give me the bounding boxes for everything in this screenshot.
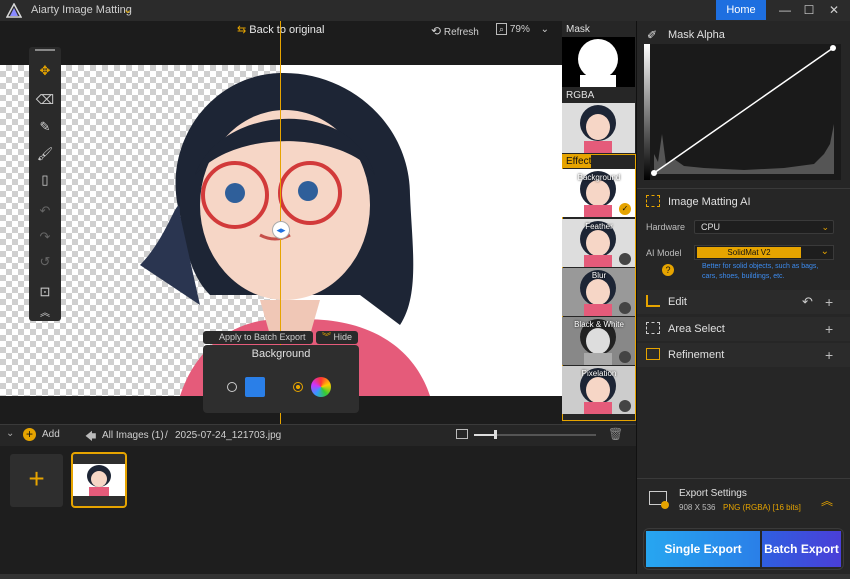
refresh-icon: ⟲ [431, 24, 442, 38]
app-logo-icon [6, 3, 22, 18]
export-settings-title[interactable]: Export Settings [679, 488, 747, 499]
rgba-label: RGBA [566, 90, 595, 101]
area-select-icon [646, 322, 660, 334]
refinement-title: Refinement [668, 349, 725, 361]
move-icon[interactable]: ✥ [30, 59, 60, 83]
home-button[interactable]: Home [716, 0, 766, 20]
arrow-left-icon[interactable]: 🡄 [85, 428, 96, 447]
minimize-button[interactable]: — [776, 2, 794, 18]
collapse-icon[interactable]: ︽ [30, 302, 60, 326]
apply-to-batch-export-toggle[interactable]: Apply to Batch Export [203, 331, 313, 344]
app-title: Aiarty Image Matting [31, 4, 132, 16]
effect-blur-label: Blur [591, 271, 607, 280]
add-button[interactable]: Add [42, 429, 60, 440]
zoom-control[interactable]: ⌕ 79% ⌄ [496, 23, 550, 35]
expand-export-icon[interactable]: ︽ [821, 492, 833, 509]
fit-icon[interactable]: ⊡ [30, 280, 60, 304]
compare-handle-icon[interactable]: ◂▸ [272, 221, 290, 239]
effect-blur-indicator [619, 302, 631, 314]
refinement-icon [646, 348, 660, 360]
color-bg-radio[interactable] [293, 382, 303, 392]
divider [637, 478, 850, 479]
ai-model-description: Better for solid objects, such as bags, … [702, 263, 819, 280]
background-title: Background [251, 348, 311, 360]
swap-arrows-icon: ⇆ [237, 24, 247, 36]
edit-title: Edit [668, 296, 687, 308]
refresh-button[interactable]: ⟲ Refresh [431, 24, 479, 38]
hide-button[interactable]: ︾ Hide [316, 331, 358, 344]
redo-icon[interactable]: ↷ [30, 225, 60, 249]
effect-label: Effect [563, 155, 591, 168]
current-filename: 2025-07-24_121703.jpg [175, 430, 282, 441]
image-thumbnail[interactable] [71, 452, 127, 508]
chevron-down-icon: ⌄ [820, 246, 829, 257]
thumb-size-handle[interactable] [494, 430, 497, 439]
color-wheel-icon[interactable] [311, 377, 331, 397]
app-menu-chevron-icon[interactable]: ⌄ [123, 3, 132, 16]
mask-label: Mask [566, 24, 590, 35]
add-icon[interactable]: + [23, 428, 36, 441]
undo-icon[interactable]: ↶ [30, 199, 60, 223]
collapse-chevron-icon[interactable]: ⌄ [6, 428, 14, 439]
mask-alpha-curve[interactable] [644, 44, 841, 180]
effect-bw-indicator [619, 351, 631, 363]
effect-pixelation-indicator [619, 400, 631, 412]
effect-feather-indicator [619, 253, 631, 265]
mask-thumbnail[interactable] [562, 37, 635, 87]
divider [637, 188, 850, 189]
single-export-button[interactable]: Single Export [646, 531, 760, 567]
close-button[interactable]: ✕ [825, 2, 843, 18]
brush-icon[interactable]: ✎ [30, 115, 60, 139]
mask-alpha-title: Mask Alpha [668, 29, 725, 41]
effect-bw-label: Black & White [574, 320, 624, 329]
matting-title: Image Matting AI [668, 196, 751, 208]
image-bg-radio[interactable] [227, 382, 237, 392]
undo-icon[interactable]: ↶ [802, 294, 813, 310]
thumb-size-fill [474, 434, 496, 436]
hardware-select[interactable]: CPU ⌄ [694, 220, 834, 234]
export-gear-icon [661, 501, 669, 509]
add-image-tile[interactable]: + [10, 454, 63, 507]
effect-background-label: Background [577, 173, 621, 182]
area-select-title: Area Select [668, 323, 725, 335]
help-icon[interactable]: ? [662, 264, 674, 276]
status-bar [0, 574, 850, 579]
breadcrumb-separator: / [165, 430, 168, 441]
export-format: PNG (RGBA) [16 bits] [723, 503, 801, 512]
maximize-button[interactable]: ☐ [800, 2, 818, 18]
ai-model-label: AI Model [646, 248, 682, 258]
edit-icon [646, 295, 660, 307]
double-chevron-down-icon: ︾ [321, 332, 331, 342]
trash-icon[interactable]: 🗑 [608, 427, 623, 441]
hardware-label: Hardware [646, 222, 686, 232]
palette-grip[interactable] [35, 49, 55, 51]
image-background-icon[interactable] [245, 377, 265, 397]
batch-export-button[interactable]: Batch Export [762, 531, 841, 567]
effect-feather-label: Feather [585, 222, 613, 231]
edit-expand-icon[interactable]: + [825, 294, 833, 310]
restore-brush-icon[interactable]: 🖌 [30, 142, 60, 166]
all-images-link[interactable]: All Images (1) [102, 430, 164, 441]
image-icon [456, 429, 468, 439]
bucket-icon[interactable]: ▯ [30, 168, 60, 192]
area-select-expand-icon[interactable]: + [825, 321, 833, 337]
check-icon: ✓ [619, 203, 631, 215]
refinement-expand-icon[interactable]: + [825, 347, 833, 363]
chevron-down-icon: ⌄ [540, 24, 550, 35]
matting-ai-icon [646, 195, 660, 207]
pipette-icon[interactable]: ✐ [647, 28, 657, 42]
eraser-icon[interactable]: ⌫ [30, 88, 60, 112]
reset-icon[interactable]: ↺ [30, 250, 60, 274]
chevron-down-icon: ⌄ [821, 222, 829, 232]
effect-pixelation-label: Pixelation [581, 369, 617, 378]
ai-model-select[interactable]: SolidMat V2 ⌄ [694, 245, 834, 260]
rgba-thumbnail[interactable] [562, 103, 635, 153]
zoom-icon: ⌕ [496, 23, 508, 35]
export-size: 908 X 536 [679, 503, 716, 512]
